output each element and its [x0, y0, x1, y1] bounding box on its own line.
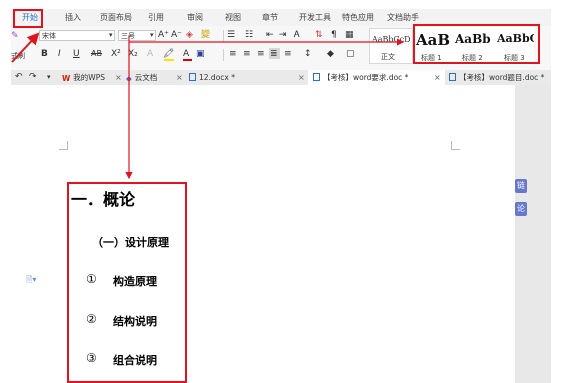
annotation-arrows — [11, 32, 405, 180]
annotation-arrow-to-start — [11, 32, 40, 63]
annotation-arrow-to-styles — [128, 36, 405, 46]
